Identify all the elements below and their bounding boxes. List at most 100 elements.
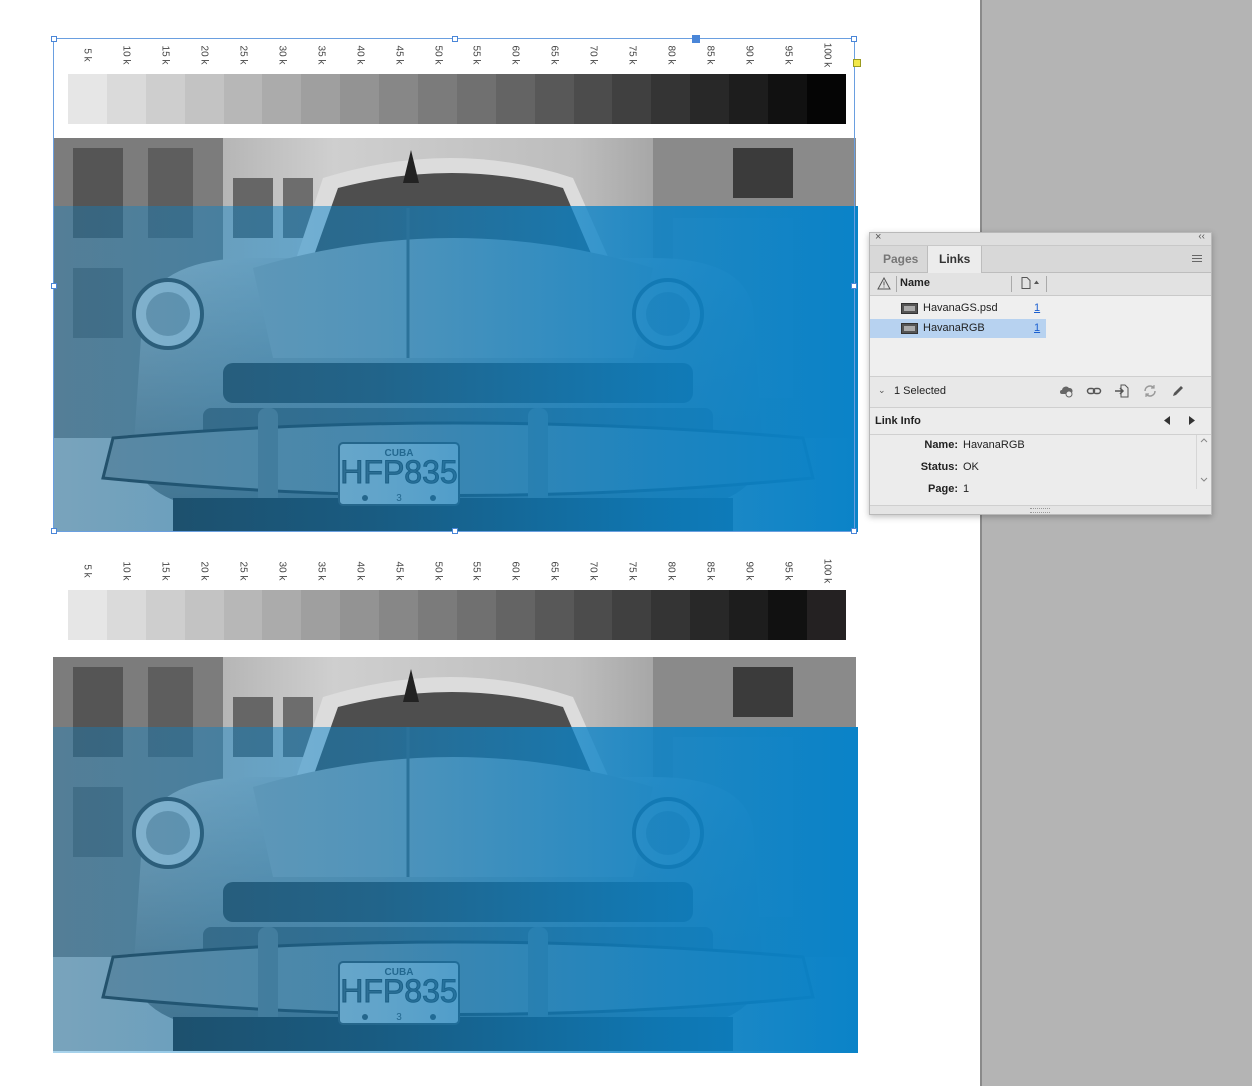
strip-label: 5 k <box>81 564 93 578</box>
links-panel: × ‹‹ Pages Links Name HavanaGS.psd 1 Hav… <box>869 231 1212 515</box>
gray-swatch <box>495 74 535 124</box>
havana-rgb-overlay-bottom[interactable] <box>53 727 858 1053</box>
goto-link-icon[interactable] <box>1114 383 1130 399</box>
info-label-status: Status: <box>920 461 958 473</box>
chevron-down-icon[interactable]: ⌄ <box>878 385 886 396</box>
info-scrollbar[interactable] <box>1196 435 1211 489</box>
strip-label: 60 k <box>509 561 521 581</box>
strip-label: 10 k <box>120 561 132 581</box>
strip-label: 50 k <box>432 561 444 581</box>
strip-label: 75 k <box>626 561 638 581</box>
page-column-icon[interactable] <box>1021 277 1039 289</box>
link-page-number[interactable]: 1 <box>1034 319 1040 338</box>
strip-label: 70 k <box>587 561 599 581</box>
strip-label: 10 k <box>120 45 132 65</box>
selected-count: 1 Selected <box>894 385 946 397</box>
gray-swatch <box>690 74 730 124</box>
gray-swatch <box>379 590 419 640</box>
strip-label: 100 k <box>821 558 833 584</box>
info-label-page: Page: <box>928 483 958 495</box>
next-link-icon[interactable] <box>1188 416 1195 425</box>
strip-label: 45 k <box>393 45 405 65</box>
gray-swatch <box>729 590 769 640</box>
gray-swatch <box>534 74 574 124</box>
strip-label: 90 k <box>743 561 755 581</box>
panel-title-bar[interactable]: × ‹‹ <box>870 231 1211 246</box>
links-list: HavanaGS.psd 1 HavanaRGB 1 <box>870 296 1211 376</box>
gray-swatch <box>145 590 185 640</box>
image-thumbnail-icon <box>901 323 918 334</box>
strip-label: 30 k <box>276 561 288 581</box>
strip-label: 20 k <box>198 561 210 581</box>
strip-swatches <box>68 590 846 640</box>
strip-label: 5 k <box>81 48 93 62</box>
strip-label: 35 k <box>315 45 327 65</box>
havana-rgb-overlay-top[interactable] <box>53 206 858 532</box>
strip-label: 85 k <box>704 561 716 581</box>
info-label-name: Name: <box>924 439 958 451</box>
info-value-page: 1 <box>963 483 970 495</box>
gray-swatch <box>534 590 574 640</box>
strip-label: 60 k <box>509 45 521 65</box>
gray-swatch <box>495 590 535 640</box>
relink-icon[interactable] <box>1086 383 1102 399</box>
gray-swatch <box>768 590 807 640</box>
previous-link-icon[interactable] <box>1164 416 1171 425</box>
update-link-icon[interactable] <box>1142 383 1158 399</box>
cloud-icon[interactable] <box>1058 383 1074 399</box>
strip-label: 20 k <box>198 45 210 65</box>
gray-swatch <box>340 74 380 124</box>
strip-label: 65 k <box>548 45 560 65</box>
gray-swatch <box>806 590 846 640</box>
gray-swatch <box>340 590 380 640</box>
gray-swatch <box>106 590 146 640</box>
strip-label: 55 k <box>470 561 482 581</box>
strip-label: 65 k <box>548 561 560 581</box>
strip-label: 90 k <box>743 45 755 65</box>
strip-swatches <box>68 74 846 124</box>
strip-label: 55 k <box>470 45 482 65</box>
selection-status-bar: ⌄ 1 Selected <box>870 376 1211 408</box>
info-value-name: HavanaRGB <box>963 439 1025 451</box>
panel-tabs: Pages Links <box>870 246 1211 273</box>
strip-label: 80 k <box>665 45 677 65</box>
panel-menu-icon[interactable] <box>1192 255 1202 263</box>
collapse-panel-icon[interactable]: ‹‹ <box>1198 231 1205 242</box>
warning-icon[interactable] <box>877 277 891 290</box>
tab-pages[interactable]: Pages <box>872 246 929 272</box>
strip-label: 50 k <box>432 45 444 65</box>
strip-label: 40 k <box>354 561 366 581</box>
name-column-header[interactable]: Name <box>900 277 930 289</box>
gray-swatch <box>418 74 457 124</box>
tab-links[interactable]: Links <box>927 246 983 273</box>
panel-resize-grip[interactable] <box>870 505 1211 514</box>
gray-swatch <box>301 590 341 640</box>
info-value-status: OK <box>963 461 979 473</box>
link-row[interactable]: HavanaGS.psd 1 <box>870 299 1046 318</box>
strip-label: 75 k <box>626 45 638 65</box>
gray-swatch <box>68 590 107 640</box>
strip-label: 95 k <box>782 561 794 581</box>
gray-swatch <box>651 74 691 124</box>
close-icon[interactable]: × <box>875 231 881 243</box>
edit-original-icon[interactable] <box>1170 383 1186 399</box>
gray-swatch <box>651 590 691 640</box>
link-row[interactable]: HavanaRGB 1 <box>870 319 1046 338</box>
link-name: HavanaRGB <box>923 322 985 334</box>
strip-labels: 5 k 10 k 15 k 20 k 25 k 30 k 35 k 40 k 45 k 50 k 5… <box>68 42 846 68</box>
gray-swatch <box>223 590 263 640</box>
link-page-number[interactable]: 1 <box>1034 299 1040 318</box>
link-name: HavanaGS.psd <box>923 302 998 314</box>
strip-label: 35 k <box>315 561 327 581</box>
strip-label: 40 k <box>354 45 366 65</box>
gray-swatch <box>184 74 224 124</box>
gray-swatch <box>379 74 419 124</box>
page-edge <box>980 0 982 1086</box>
gray-swatch <box>768 74 807 124</box>
gray-swatch <box>223 74 263 124</box>
strip-label: 100 k <box>821 42 833 68</box>
strip-label: 95 k <box>782 45 794 65</box>
link-info-header: Link Info <box>870 408 1211 435</box>
gray-swatch <box>729 74 769 124</box>
column-header: Name <box>870 273 1211 296</box>
